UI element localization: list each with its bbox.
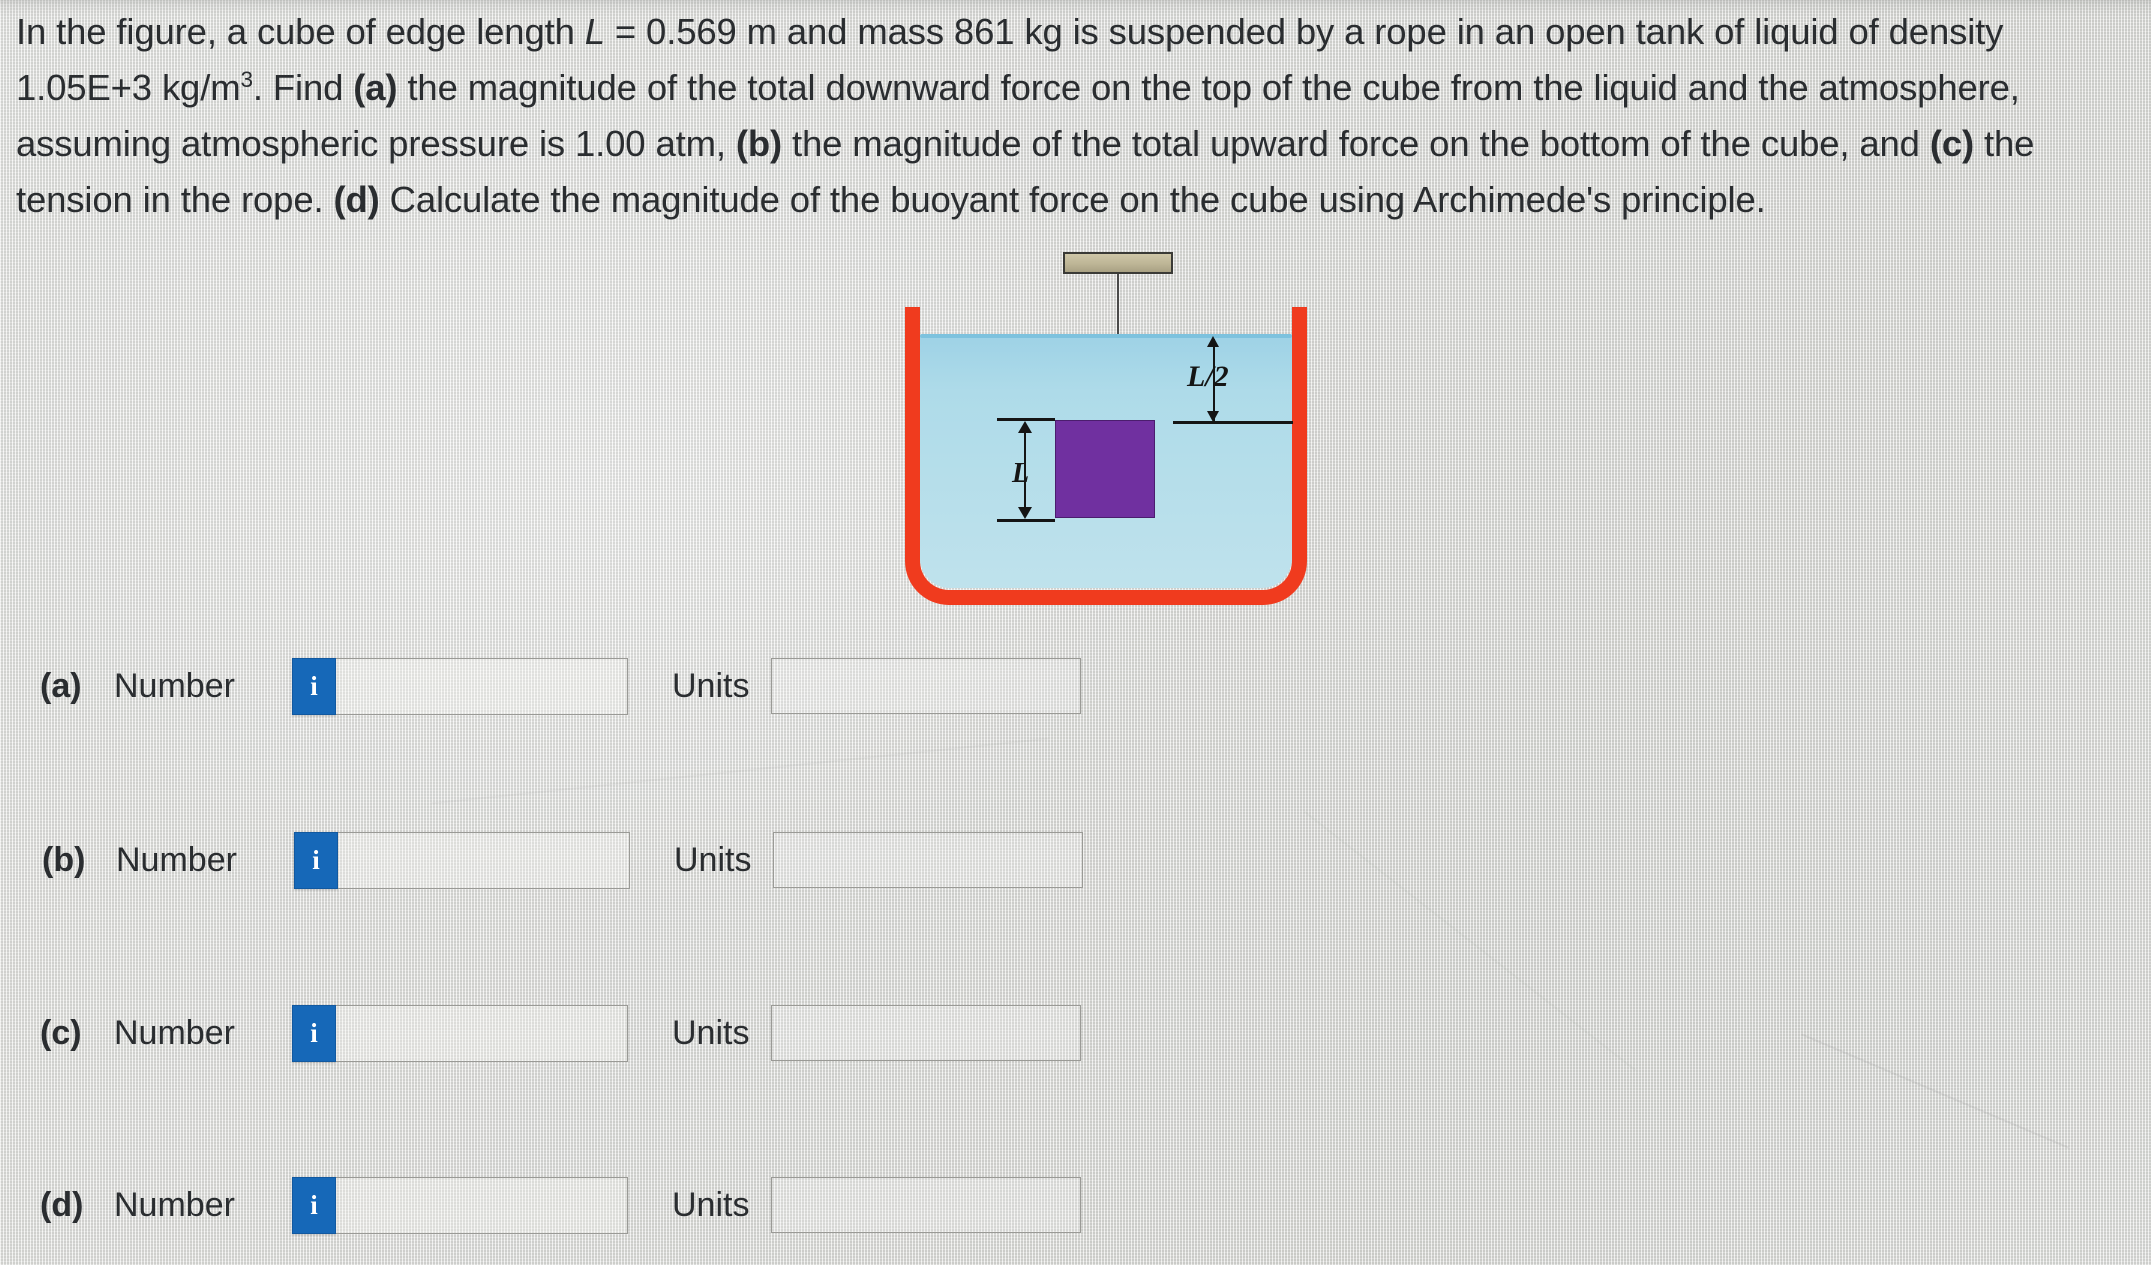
part-marker-a: (a) <box>353 66 398 108</box>
arrow-down-icon <box>1018 507 1032 519</box>
answer-row-c: (c) Number i Units <box>40 1002 1082 1064</box>
answer-row-c-key: (c) <box>40 1013 82 1052</box>
dimension-L-bottom-tick <box>997 519 1055 522</box>
statement-text-4: . Find <box>252 66 354 108</box>
dimension-L-half-label: L/2 <box>1187 360 1229 393</box>
answer-row-c-number-label: Number <box>114 1013 235 1052</box>
part-marker-d: (d) <box>333 178 380 220</box>
arrow-up-icon <box>1207 336 1219 347</box>
cube-block <box>1055 420 1155 518</box>
variable-L: L <box>584 11 605 52</box>
info-icon[interactable]: i <box>294 831 338 889</box>
answer-row-d-number-input[interactable] <box>336 1176 628 1234</box>
statement-text-7: the magnitude of the total upward force … <box>781 122 1930 164</box>
part-marker-b: (b) <box>735 122 782 164</box>
answer-row-b-number-label: Number <box>116 840 237 879</box>
answer-row-a: (a) Number i Units <box>40 655 1082 717</box>
answer-row-a-number-input[interactable] <box>336 657 628 715</box>
tank-figure: L L/2 <box>905 252 1335 607</box>
answer-row-d-key: (d) <box>40 1185 84 1224</box>
dimension-L-half: L/2 <box>1163 336 1293 424</box>
answer-row-b-input-group: i <box>294 831 630 889</box>
paper-crease <box>1303 810 1637 1072</box>
answer-row-b-units-select[interactable] <box>773 832 1084 888</box>
answer-row-c-units-label: Units <box>672 1013 750 1052</box>
info-icon[interactable]: i <box>292 1004 336 1062</box>
answer-row-a-number-label: Number <box>114 666 235 705</box>
statement-text-9: rope. <box>241 178 334 220</box>
answer-row-a-units-label: Units <box>672 666 750 705</box>
problem-statement: In the figure, a cube of edge length L =… <box>16 4 2141 227</box>
answer-row-d-number-label: Number <box>114 1185 235 1224</box>
statement-text-1: In the figure, a cube of edge length <box>16 11 585 52</box>
answer-row-d: (d) Number i Units <box>40 1174 1082 1236</box>
answer-row-a-key: (a) <box>40 666 82 705</box>
info-icon[interactable]: i <box>292 1176 336 1234</box>
answer-row-a-input-group: i <box>292 657 628 715</box>
dimension-L-label: L <box>1012 458 1030 489</box>
statement-text-10: Calculate the magnitude of the buoyant f… <box>379 178 1766 220</box>
paper-crease <box>1801 1033 2069 1149</box>
part-marker-c: (c) <box>1929 122 1974 164</box>
answer-row-a-units-select[interactable] <box>771 658 1082 714</box>
answer-row-b-units-label: Units <box>674 840 752 879</box>
statement-text-6: atmospheric pressure is 1.00 atm, <box>181 122 736 164</box>
dimension-L: L <box>997 418 1055 522</box>
answer-row-d-input-group: i <box>292 1176 628 1234</box>
answer-row-b-key: (b) <box>42 840 86 879</box>
arrow-up-icon <box>1018 421 1032 433</box>
answer-row-b: (b) Number i Units <box>42 829 1084 891</box>
ceiling-support-icon <box>1063 252 1173 274</box>
statement-text-3: kg/m <box>161 66 241 108</box>
dimension-L-half-bottom-tick <box>1173 421 1293 424</box>
answer-row-b-number-input[interactable] <box>338 831 630 889</box>
answer-row-d-units-label: Units <box>672 1185 750 1224</box>
paper-crease <box>431 737 1049 805</box>
answer-row-c-number-input[interactable] <box>336 1004 628 1062</box>
exponent-3: 3 <box>240 66 253 92</box>
arrow-down-icon <box>1207 411 1219 422</box>
answer-row-c-input-group: i <box>292 1004 628 1062</box>
answer-row-d-units-select[interactable] <box>771 1177 1082 1233</box>
info-icon[interactable]: i <box>292 657 336 715</box>
answer-row-c-units-select[interactable] <box>771 1005 1082 1061</box>
